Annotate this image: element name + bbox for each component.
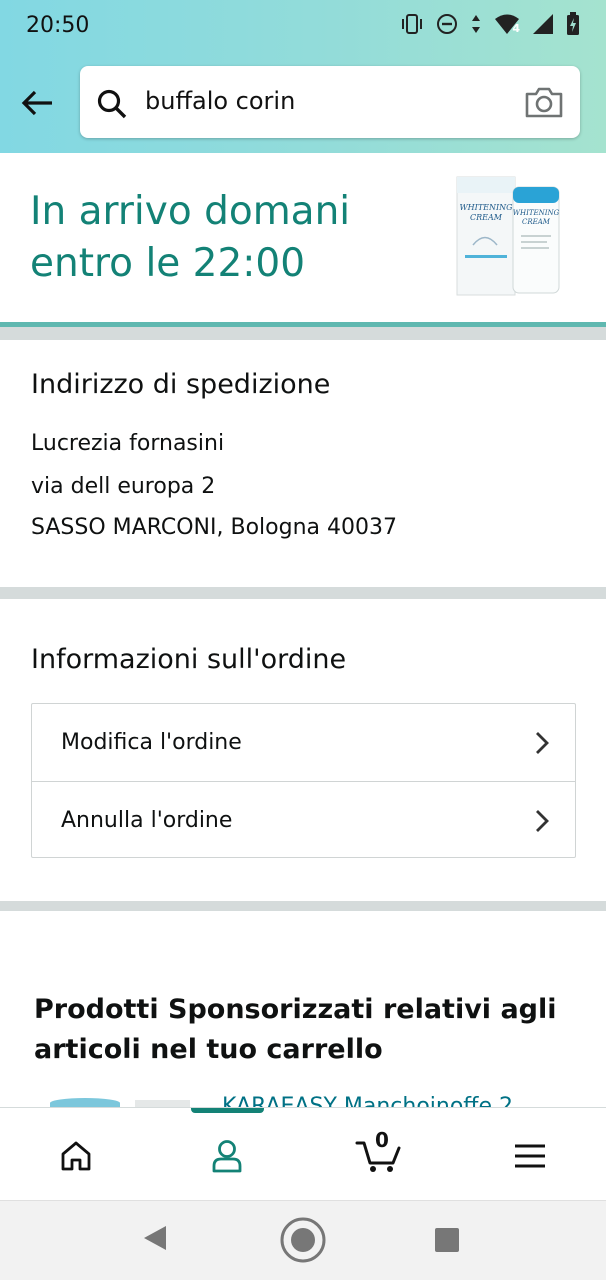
circle-home-icon — [280, 1217, 326, 1263]
modify-order-row[interactable]: Modifica l'ordine — [32, 704, 575, 781]
system-back-button[interactable] — [140, 1223, 170, 1253]
modify-order-label: Modifica l'ordine — [61, 730, 242, 755]
product-label: WHITENING — [459, 203, 513, 212]
address-name: Lucrezia fornasini — [31, 431, 225, 456]
svg-text:WHITENING: WHITENING — [513, 209, 560, 217]
triangle-back-icon — [144, 1226, 166, 1250]
section-separator — [0, 587, 606, 599]
nav-home[interactable] — [56, 1136, 96, 1176]
do-not-disturb-icon — [437, 14, 457, 34]
status-icons: 4 — [400, 12, 580, 36]
system-home-button[interactable] — [279, 1216, 327, 1264]
battery-icon — [567, 12, 579, 35]
search-bar[interactable]: buffalo corin — [80, 66, 580, 138]
system-recents-button[interactable] — [433, 1226, 461, 1254]
address-city: SASSO MARCONI, Bologna 40037 — [31, 515, 397, 540]
home-icon — [61, 1141, 91, 1171]
svg-text:CREAM: CREAM — [470, 213, 503, 222]
sponsored-product-peek[interactable]: KARAEASY Manchoinoffe 2 — [0, 1094, 606, 1108]
address-heading: Indirizzo di spedizione — [31, 369, 331, 400]
data-arrows-icon — [472, 15, 480, 33]
order-info-heading: Informazioni sull'ordine — [31, 644, 347, 675]
search-icon — [97, 89, 127, 119]
cart-count-badge: 0 — [375, 1128, 389, 1152]
search-input[interactable]: buffalo corin — [145, 87, 295, 115]
section-separator — [0, 901, 606, 911]
wifi-icon: 4 — [494, 13, 520, 35]
wifi-badge: 4 — [512, 22, 520, 35]
back-button[interactable] — [18, 84, 56, 122]
system-navigation-bar — [0, 1200, 606, 1280]
order-actions-list: Modifica l'ordine Annulla l'ordine — [31, 703, 576, 858]
sponsored-heading: Prodotti Sponsorizzati relativi agli art… — [34, 994, 557, 1065]
chevron-right-icon — [536, 732, 549, 754]
bottom-navigation: 0 — [0, 1107, 606, 1200]
sponsored-product-title[interactable]: KARAEASY Manchoinoffe 2 — [222, 1094, 513, 1108]
delivery-estimate: In arrivo domani entro le 22:00 — [30, 186, 410, 290]
product-thumbnail[interactable]: WHITENING CREAM WHITENING CREAM — [455, 175, 563, 299]
active-tab-indicator — [191, 1108, 264, 1113]
cancel-order-row[interactable]: Annulla l'ordine — [32, 782, 575, 859]
app-header: 20:50 4 buffalo corin — [0, 0, 606, 153]
square-recents-icon — [435, 1228, 459, 1252]
cell-signal-icon — [533, 14, 553, 34]
nav-menu[interactable] — [510, 1136, 550, 1176]
camera-icon[interactable] — [524, 85, 564, 119]
delivery-line-1: In arrivo domani — [30, 189, 351, 234]
section-separator — [0, 327, 606, 340]
cancel-order-label: Annulla l'ordine — [61, 808, 233, 833]
nav-account[interactable] — [207, 1136, 247, 1176]
svg-text:CREAM: CREAM — [522, 218, 551, 226]
delivery-section: In arrivo domani entro le 22:00 WHITENIN… — [0, 153, 606, 324]
status-time: 20:50 — [26, 13, 90, 38]
vibrate-icon — [402, 14, 422, 34]
back-arrow-icon — [21, 90, 52, 116]
chevron-right-icon — [536, 810, 549, 832]
address-street: via dell europa 2 — [31, 474, 216, 499]
account-icon — [212, 1140, 242, 1173]
delivery-line-2: entro le 22:00 — [30, 241, 306, 286]
menu-icon — [515, 1144, 545, 1168]
